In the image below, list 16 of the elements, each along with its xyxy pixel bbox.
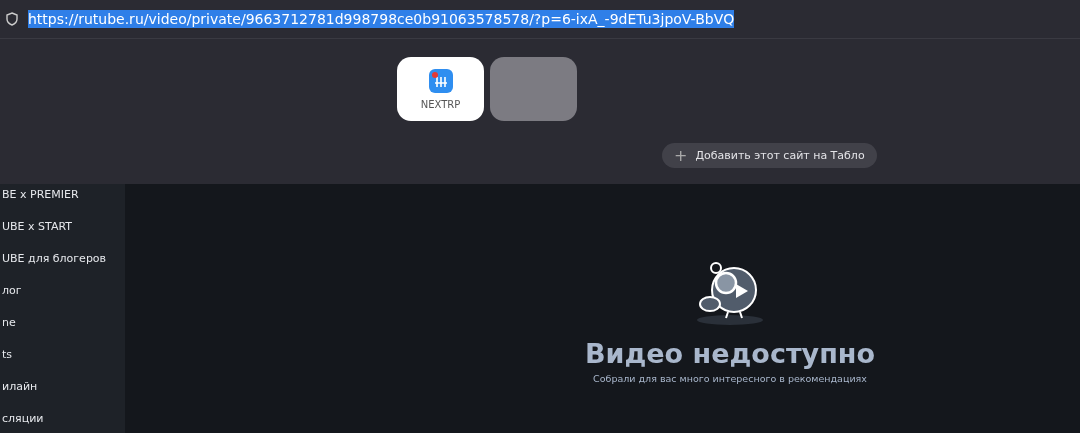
site-tile[interactable]: NEXTRP (397, 57, 484, 121)
recommendation-text: Собрали для вас много интересного в рекомендациях (593, 373, 867, 384)
address-field[interactable]: https://rutube.ru/video/private/9663712781d998798ce0b91063578578/?p=6-ixA_-9dETu3jpoV-BbVQ (28, 10, 735, 28)
sidebar-item[interactable]: UBE x START (2, 218, 125, 236)
empty-tile[interactable] (490, 57, 577, 121)
add-site-button[interactable]: + Добавить этот сайт на Табло (662, 143, 877, 168)
app-icon (428, 68, 453, 93)
sidebar-item[interactable]: сляции (2, 410, 125, 428)
shield-icon[interactable] (6, 12, 18, 26)
sidebar-item[interactable]: ne (2, 314, 125, 332)
sidebar-item[interactable]: илайн (2, 378, 125, 396)
sidebar-item[interactable]: UBE для блогеров (2, 250, 125, 268)
sidebar-item[interactable]: лог (2, 282, 125, 300)
sidebar-item[interactable]: ts (2, 346, 125, 364)
sidebar-item[interactable]: BE x PREMIER (2, 186, 125, 204)
unavailable-title: Видео недоступно (585, 338, 875, 369)
